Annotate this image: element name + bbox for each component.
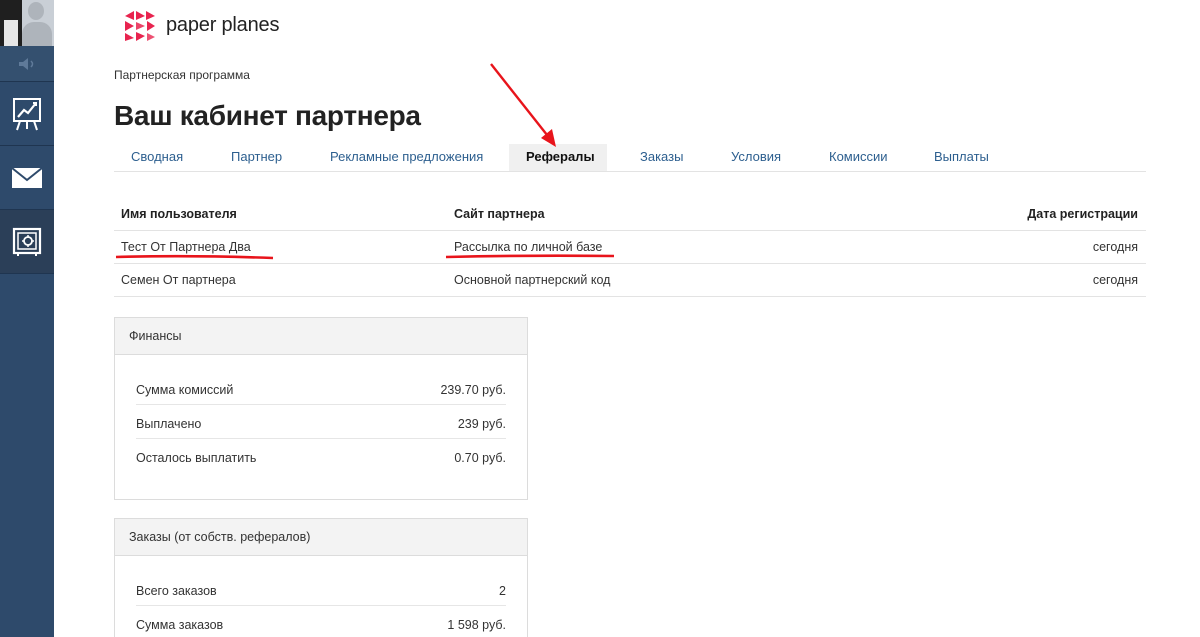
commission-total-label: Сумма комиссий — [136, 383, 234, 397]
orders-sum-value: 1 598 руб. — [447, 618, 506, 632]
tab-payouts[interactable]: Выплаты — [917, 144, 1006, 171]
tab-summary[interactable]: Сводная — [114, 144, 200, 171]
referrals-table: Имя пользователя Сайт партнера Дата реги… — [114, 198, 1146, 297]
referral-partner-site: Основной партнерский код — [454, 273, 611, 287]
list-item: Всего заказов 2 — [136, 572, 506, 606]
total-orders-value: 2 — [499, 584, 506, 598]
avatar[interactable] — [0, 0, 54, 46]
finances-panel: Финансы Сумма комиссий 239.70 руб. Выпла… — [114, 317, 528, 500]
finances-panel-title: Финансы — [115, 318, 527, 355]
safe-icon[interactable] — [0, 210, 54, 274]
orders-panel-title: Заказы (от собств. рефералов) — [115, 519, 527, 556]
total-orders-label: Всего заказов — [136, 584, 217, 598]
tab-commissions[interactable]: Комиссии — [812, 144, 905, 171]
table-row: Семен От партнера Основной партнерский к… — [114, 264, 1146, 297]
column-header-username: Имя пользователя — [121, 207, 237, 221]
referral-username: Тест От Партнера Два — [121, 240, 251, 254]
brand-name: paper planes — [166, 14, 280, 36]
remaining-label: Осталось выплатить — [136, 451, 257, 465]
list-item: Осталось выплатить 0.70 руб. — [136, 439, 506, 473]
referral-partner-site: Рассылка по личной базе — [454, 240, 603, 254]
orders-panel: Заказы (от собств. рефералов) Всего зака… — [114, 518, 528, 637]
tab-ad-offers[interactable]: Рекламные предложения — [313, 144, 500, 171]
referral-registration-date: сегодня — [1092, 273, 1138, 287]
referral-username: Семен От партнера — [121, 273, 236, 287]
list-item: Сумма заказов 1 598 руб. — [136, 606, 506, 637]
list-item: Выплачено 239 руб. — [136, 405, 506, 439]
remaining-value: 0.70 руб. — [454, 451, 506, 465]
table-header: Имя пользователя Сайт партнера Дата реги… — [114, 198, 1146, 231]
tab-orders[interactable]: Заказы — [623, 144, 700, 171]
table-row: Тест От Партнера Два Рассылка по личной … — [114, 231, 1146, 264]
paid-label: Выплачено — [136, 417, 202, 431]
tab-conditions[interactable]: Условия — [714, 144, 798, 171]
orders-sum-label: Сумма заказов — [136, 618, 224, 632]
chart-board-icon[interactable] — [0, 82, 54, 146]
referral-registration-date: сегодня — [1092, 240, 1138, 254]
breadcrumb[interactable]: Партнерская программа — [114, 68, 250, 82]
annotation-arrow — [490, 63, 556, 147]
paper-planes-logo-icon — [125, 11, 155, 41]
tab-referrals[interactable]: Рефералы — [509, 144, 607, 171]
commission-total-value: 239.70 руб. — [440, 383, 506, 397]
list-item: Сумма комиссий 239.70 руб. — [136, 371, 506, 405]
tab-bar: Сводная Партнер Рекламные предложения Ре… — [114, 144, 1146, 172]
paid-value: 239 руб. — [457, 417, 506, 431]
speaker-icon[interactable] — [0, 46, 54, 82]
mail-icon[interactable] — [0, 146, 54, 210]
column-header-partner-site: Сайт партнера — [454, 207, 545, 221]
left-sidebar — [0, 0, 54, 637]
column-header-registration-date: Дата регистрации — [1027, 207, 1138, 221]
tab-partner[interactable]: Партнер — [214, 144, 299, 171]
page-title: Ваш кабинет партнера — [114, 100, 421, 131]
